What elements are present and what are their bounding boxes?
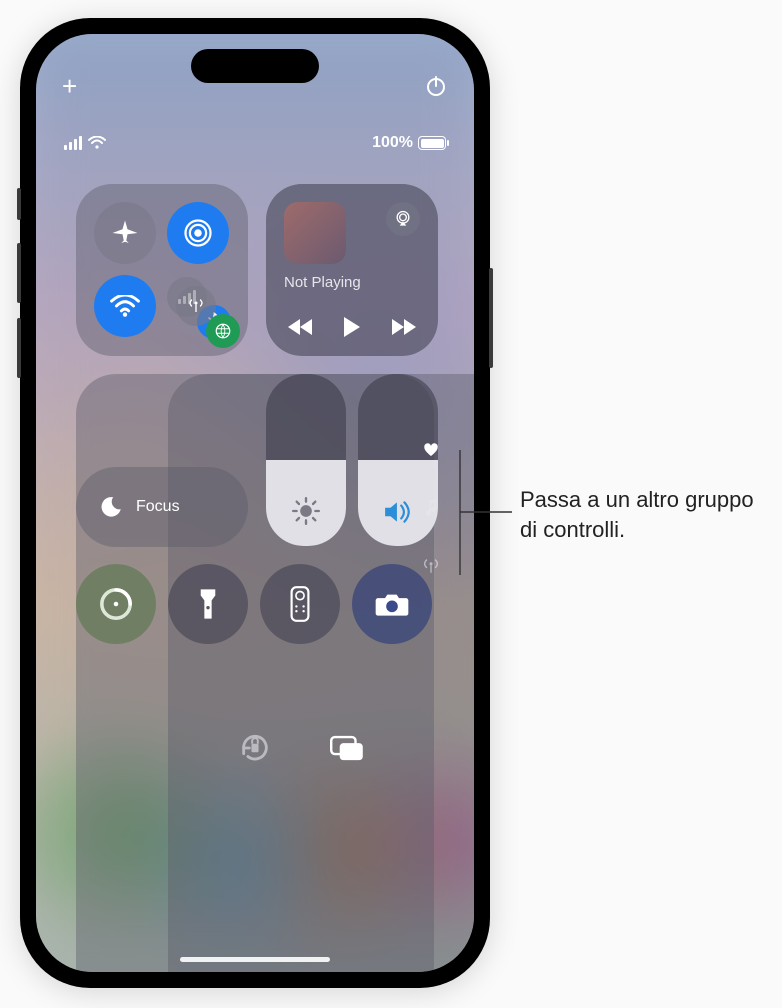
brightness-slider[interactable]: [266, 374, 346, 546]
status-bar: 100%: [36, 134, 474, 152]
focus-label: Focus: [136, 498, 180, 516]
callout-label: Passa a un altro gruppo di controlli.: [520, 485, 770, 544]
wifi-toggle[interactable]: [94, 275, 156, 337]
moon-icon: [98, 494, 124, 520]
airplay-icon: [393, 209, 413, 229]
power-side-button: [489, 268, 493, 368]
add-control-button[interactable]: +: [62, 73, 77, 99]
volume-up-button: [17, 243, 21, 303]
cellular-signal-icon: [64, 136, 82, 150]
iphone-frame: + 100%: [20, 18, 490, 988]
play-button[interactable]: [342, 316, 362, 338]
remote-icon: [290, 586, 310, 622]
focus-mode-button[interactable]: Focus: [76, 467, 248, 547]
media-playback-tile[interactable]: Not Playing: [266, 184, 438, 356]
flashlight-icon: [198, 587, 218, 621]
volume-down-button: [17, 318, 21, 378]
side-button: [17, 188, 21, 220]
album-art-placeholder: [284, 202, 346, 264]
camera-icon: [374, 590, 410, 618]
hotspot-icon: [214, 322, 232, 340]
vpn-hotspot-cluster[interactable]: [176, 284, 238, 346]
airdrop-toggle[interactable]: [167, 202, 229, 264]
airplane-icon: [110, 218, 140, 248]
wifi-icon: [110, 295, 140, 317]
antenna-icon: [187, 297, 205, 315]
antenna-dot-icon: [422, 557, 440, 575]
battery-percent: 100%: [372, 134, 413, 152]
play-icon: [342, 316, 362, 338]
airplay-button[interactable]: [386, 202, 420, 236]
personal-hotspot-toggle[interactable]: [206, 314, 240, 348]
rewind-icon: [288, 318, 314, 336]
apple-tv-remote-button[interactable]: [260, 564, 340, 644]
flashlight-button[interactable]: [168, 564, 248, 644]
page-dot-music[interactable]: [420, 497, 442, 519]
timer-button[interactable]: [76, 564, 156, 644]
sun-icon: [292, 497, 320, 525]
heart-icon: [423, 442, 439, 458]
music-note-icon: [423, 499, 439, 517]
now-playing-label: Not Playing: [284, 274, 361, 291]
screen: + 100%: [36, 34, 474, 972]
rewind-button[interactable]: [288, 318, 314, 336]
forward-button[interactable]: [390, 318, 416, 336]
page-dot-connectivity[interactable]: [420, 555, 442, 577]
timer-icon: [99, 587, 133, 621]
home-indicator[interactable]: [180, 957, 330, 962]
screen-mirroring-icon: [330, 733, 364, 763]
dynamic-island: [191, 49, 319, 83]
power-icon: [424, 74, 448, 98]
speaker-icon: [383, 499, 413, 525]
power-menu-button[interactable]: [424, 74, 448, 98]
page-selector[interactable]: [420, 439, 442, 577]
battery-icon: [418, 136, 446, 150]
airdrop-icon: [183, 218, 213, 248]
connectivity-group[interactable]: [76, 184, 248, 356]
forward-icon: [390, 318, 416, 336]
wifi-status-icon: [88, 136, 106, 150]
airplane-mode-toggle[interactable]: [94, 202, 156, 264]
control-center-grid: Not Playing: [76, 184, 434, 932]
page-dot-favorites[interactable]: [420, 439, 442, 461]
